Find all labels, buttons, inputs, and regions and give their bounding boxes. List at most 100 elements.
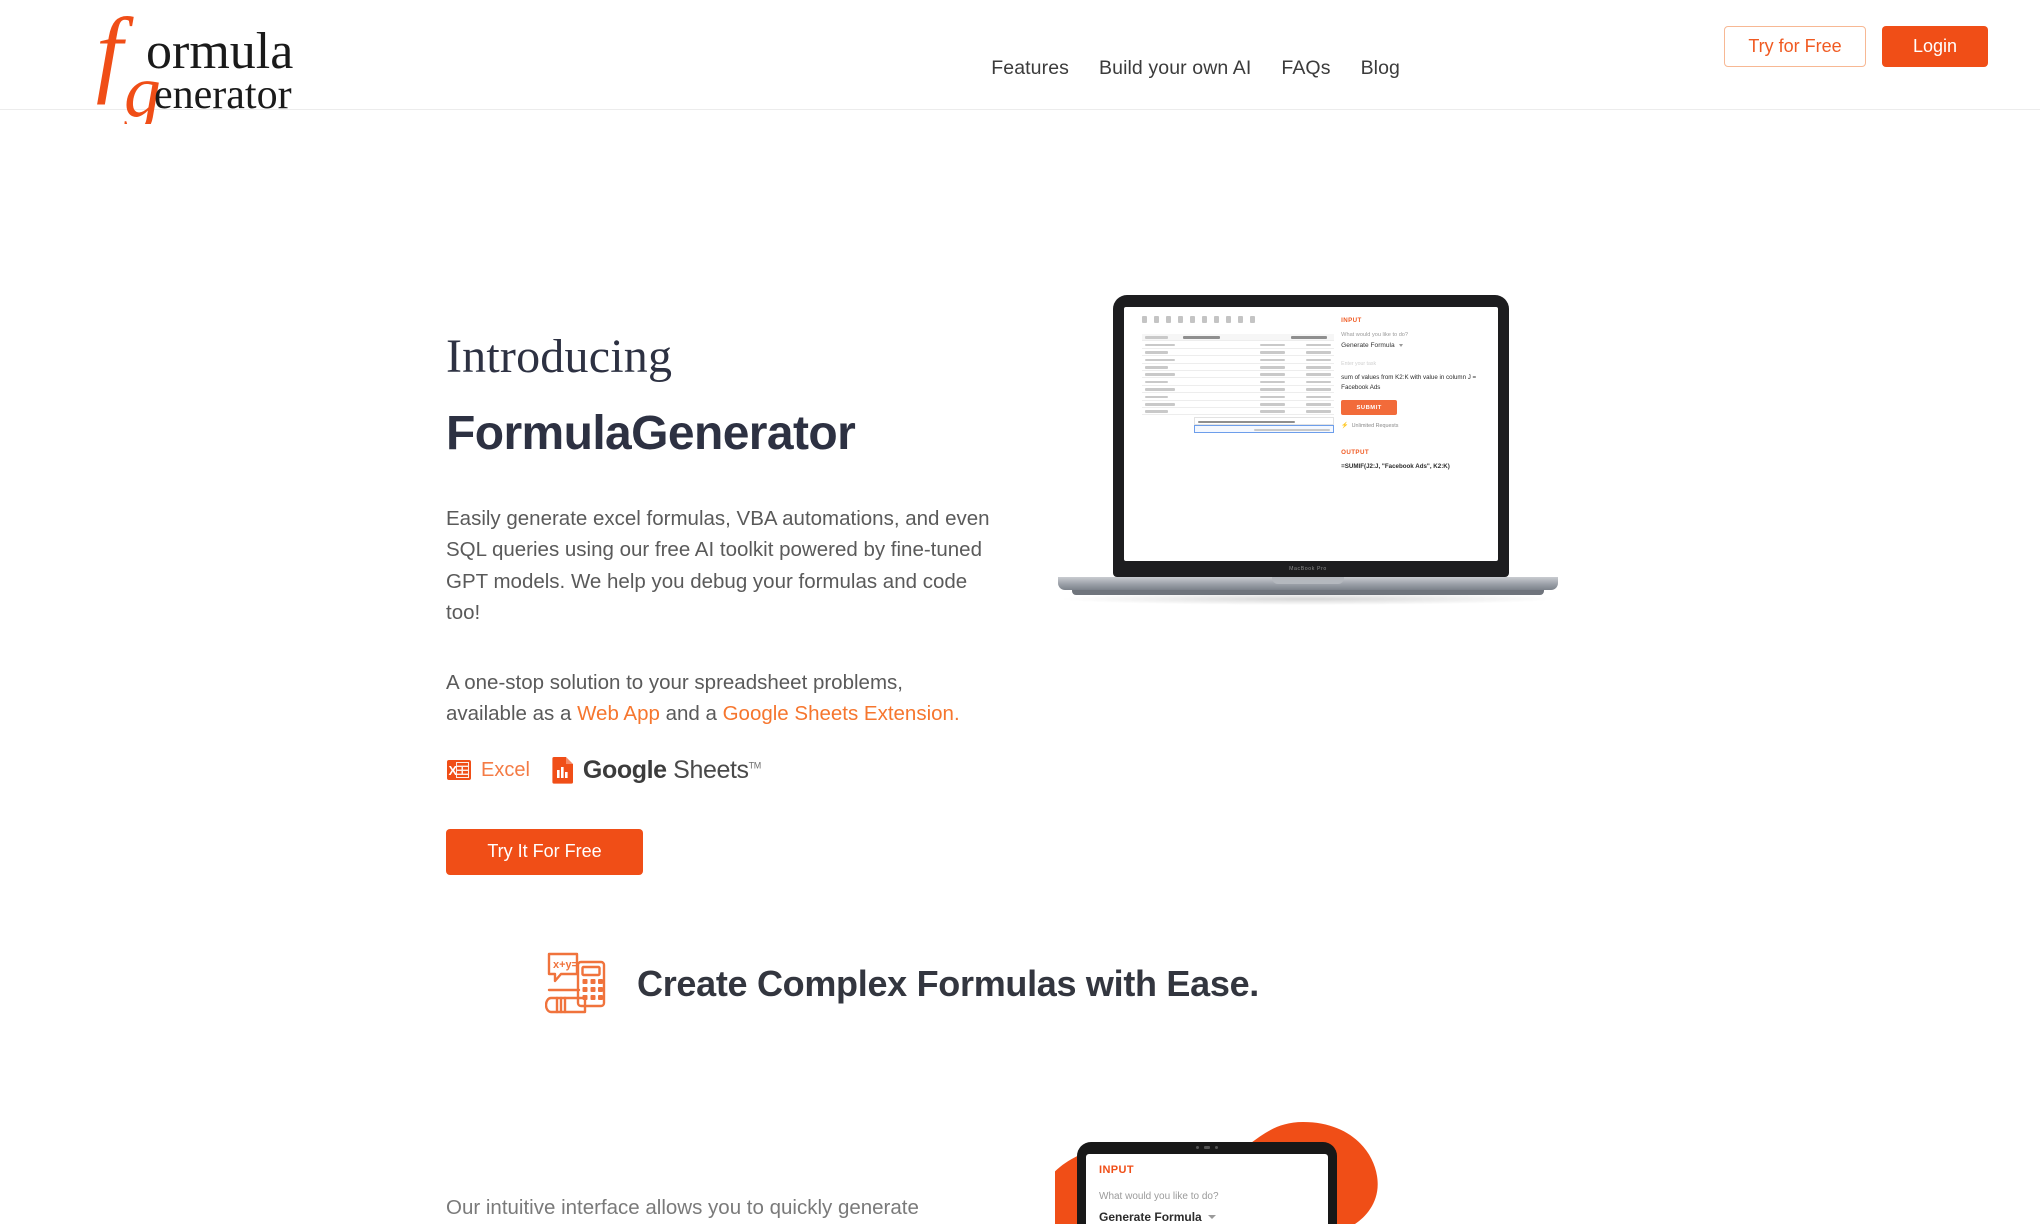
calculator-formula-icon: x+y= (545, 952, 606, 1014)
cell (1242, 364, 1288, 371)
cell (1288, 341, 1334, 349)
tablet-question: What would you like to do? (1099, 1191, 1219, 1202)
requests-status: ⚡ Unlimited Requests (1341, 422, 1490, 430)
sheets-word: Sheets (673, 755, 749, 784)
excel-icon: X (447, 760, 471, 781)
main-nav: Features Build your own AI FAQs Blog (991, 57, 1400, 80)
platform-badges: X Excel Google SheetsTM (446, 756, 1026, 785)
speaker-icon (1204, 1146, 1210, 1149)
svg-text:X: X (449, 763, 458, 778)
toolbar-icon (1214, 316, 1219, 323)
bolt-icon: ⚡ (1341, 423, 1349, 429)
cell (1142, 393, 1180, 401)
cell (1288, 393, 1334, 401)
cell (1142, 371, 1180, 379)
cell (1242, 393, 1288, 401)
google-sheets-extension-link[interactable]: Google Sheets Extension. (723, 702, 960, 725)
total-row-group (1194, 417, 1334, 434)
toolbar-icon (1202, 316, 1207, 323)
laptop-mockup: INPUT What would you like to do? Generat… (1058, 295, 1558, 605)
cell (1180, 349, 1242, 357)
table-row (1142, 349, 1334, 357)
toolbar-icon (1142, 316, 1147, 323)
tablet-camera-row (1077, 1146, 1337, 1149)
laptop-screen: INPUT What would you like to do? Generat… (1124, 307, 1498, 561)
spreadsheet-grid (1142, 334, 1334, 434)
svg-text:x+y=: x+y= (553, 959, 578, 971)
login-button[interactable]: Login (1882, 26, 1988, 67)
cell (1142, 386, 1180, 394)
task-type-select[interactable]: Generate Formula (1341, 342, 1490, 349)
cell (1142, 408, 1180, 416)
features-title: Create Complex Formulas with Ease. (637, 963, 1259, 1004)
features-copy: Our intuitive interface allows you to qu… (446, 1195, 966, 1224)
input-section-label: INPUT (1341, 317, 1362, 324)
camera-dot-icon (1196, 1146, 1199, 1149)
cell (1180, 356, 1242, 364)
google-sheets-icon (552, 757, 573, 784)
nav-item-build-your-own-ai[interactable]: Build your own AI (1099, 57, 1251, 80)
total-row-label (1194, 417, 1334, 426)
toolbar-icon (1166, 316, 1171, 323)
google-word: Google (582, 755, 667, 784)
hero-section: Introducing FormulaGenerator Easily gene… (0, 110, 2040, 890)
try-it-for-free-button[interactable]: Try It For Free (446, 828, 643, 875)
logo[interactable]: f g ormula enerator (88, 6, 348, 124)
submit-button[interactable]: SUBMIT (1341, 400, 1398, 415)
hero-title: FormulaGenerator (446, 406, 856, 460)
features-paragraph: Our intuitive interface allows you to qu… (446, 1195, 966, 1224)
cell (1242, 371, 1288, 379)
spreadsheet-toolbar (1128, 313, 1333, 323)
table-row (1142, 341, 1334, 349)
task-input-hint: Enter your task (1341, 361, 1377, 367)
cell (1288, 364, 1334, 371)
tablet-task-select[interactable]: Generate Formula (1099, 1210, 1315, 1224)
tablet-screen: INPUT What would you like to do? Generat… (1086, 1154, 1328, 1224)
laptop-bezel-label: MacBook Pro (1289, 566, 1327, 572)
tablet-task-value: Generate Formula (1099, 1210, 1202, 1224)
table-row (1142, 401, 1334, 408)
excel-label: Excel (481, 758, 530, 781)
site-header: f g ormula enerator Features Build your … (0, 0, 2040, 124)
table-row (1142, 334, 1334, 342)
cell (1180, 341, 1242, 349)
chevron-down-icon (1207, 1215, 1216, 1219)
tablet-input-label: INPUT (1099, 1164, 1134, 1176)
task-input-value[interactable]: sum of values from K2:K with value in co… (1341, 373, 1490, 392)
spreadsheet-pane (1124, 307, 1337, 561)
cell (1142, 401, 1180, 408)
total-row-value-selected[interactable] (1194, 425, 1334, 434)
table-row (1142, 364, 1334, 371)
cell (1288, 378, 1334, 386)
toolbar-icon (1226, 316, 1231, 323)
cell (1142, 334, 1180, 342)
toolbar-icon (1250, 316, 1255, 323)
toolbar-icon (1190, 316, 1195, 323)
nav-item-faqs[interactable]: FAQs (1281, 57, 1330, 80)
app-pane: INPUT What would you like to do? Generat… (1337, 307, 1498, 561)
cell (1288, 401, 1334, 408)
laptop-lid: INPUT What would you like to do? Generat… (1113, 295, 1509, 577)
cell (1180, 378, 1242, 386)
cell (1180, 408, 1242, 416)
cell (1180, 334, 1242, 342)
cell (1142, 356, 1180, 364)
nav-item-blog[interactable]: Blog (1361, 57, 1400, 80)
web-app-link[interactable]: Web App (577, 702, 660, 725)
table-row (1142, 386, 1334, 394)
toolbar-icon (1154, 316, 1159, 323)
cell (1242, 356, 1288, 364)
try-for-free-button[interactable]: Try for Free (1724, 26, 1866, 67)
table-row (1142, 371, 1334, 379)
output-formula: =SUMIF(J2:J, "Facebook Ads", K2:K) (1341, 463, 1450, 470)
cell (1288, 349, 1334, 357)
excel-badge: X Excel (446, 757, 530, 783)
task-type-value: Generate Formula (1341, 342, 1395, 349)
table-row (1142, 378, 1334, 386)
cell (1288, 408, 1334, 416)
table-row (1142, 393, 1334, 401)
nav-item-features[interactable]: Features (991, 57, 1069, 80)
cell (1180, 364, 1242, 371)
hero-subtext: A one-stop solution to your spreadsheet … (446, 667, 966, 730)
output-section-label: OUTPUT (1341, 449, 1370, 456)
